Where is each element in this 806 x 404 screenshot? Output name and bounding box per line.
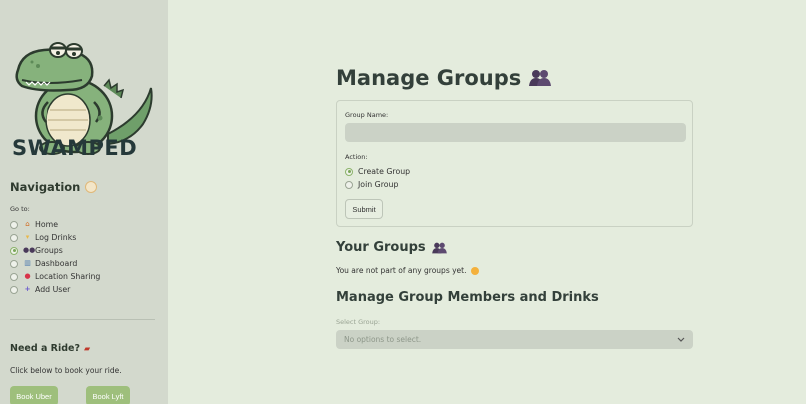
sidebar-item-location-sharing[interactable]: ● Location Sharing	[10, 270, 100, 283]
radio-groups[interactable]	[10, 246, 18, 255]
group-name-input[interactable]	[345, 123, 686, 142]
car-icon: ▰	[84, 344, 91, 353]
sidebar-item-log-drinks[interactable]: ▾ Log Drinks	[10, 231, 100, 244]
radio-dashboard[interactable]	[10, 259, 18, 268]
ride-title: Need a Ride? ▰	[10, 343, 90, 354]
book-lyft-button[interactable]: Book Lyft	[86, 386, 130, 404]
page-title: Manage Groups	[336, 66, 552, 90]
option-label: Join Group	[358, 180, 399, 189]
radio-add-user[interactable]	[10, 285, 18, 294]
option-label: Create Group	[358, 167, 411, 176]
compass-icon	[85, 181, 98, 193]
no-groups-message: You are not part of any groups yet.	[336, 266, 479, 275]
ride-title-label: Need a Ride?	[10, 343, 80, 354]
drink-icon: ▾	[25, 233, 30, 241]
pin-icon: ●	[24, 272, 31, 280]
sidebar-item-dashboard[interactable]: ▥ Dashboard	[10, 257, 100, 270]
group-form: Group Name: Action: Create Group Join Gr…	[336, 100, 693, 227]
nav-radio-group: ⌂ Home ▾ Log Drinks ●● Groups ▥ Dashboar…	[10, 218, 100, 296]
navigation-title-label: Navigation	[10, 180, 81, 194]
sidebar-item-add-user[interactable]: + Add User	[10, 283, 100, 296]
people-icon: ●●	[23, 246, 36, 254]
radio-join-group[interactable]	[345, 180, 353, 189]
sad-face-icon	[470, 266, 479, 275]
group-name-label: Group Name:	[345, 111, 389, 119]
sidebar-item-label: Dashboard	[35, 259, 78, 268]
sidebar-item-groups[interactable]: ●● Groups	[10, 244, 100, 257]
sidebar-item-label: Home	[35, 220, 59, 229]
select-group-label: Select Group:	[336, 318, 381, 326]
goto-label: Go to:	[10, 205, 30, 213]
your-groups-title-label: Your Groups	[336, 240, 426, 255]
submit-button[interactable]: Submit	[345, 199, 383, 219]
radio-log-drinks[interactable]	[10, 233, 18, 242]
ride-text: Click below to book your ride.	[10, 366, 122, 375]
radio-create-group[interactable]	[345, 167, 353, 176]
sidebar-item-home[interactable]: ⌂ Home	[10, 218, 100, 231]
manage-members-title: Manage Group Members and Drinks	[336, 290, 599, 305]
sidebar-item-label: Add User	[35, 285, 71, 294]
sidebar-item-label: Location Sharing	[35, 272, 101, 281]
select-group-dropdown[interactable]: No options to select.	[336, 330, 693, 349]
option-create-group[interactable]: Create Group	[345, 167, 410, 176]
radio-home[interactable]	[10, 220, 18, 229]
sidebar-item-label: Groups	[35, 246, 63, 255]
page-title-label: Manage Groups	[336, 66, 522, 90]
book-uber-button[interactable]: Book Uber	[10, 386, 58, 404]
navigation-title: Navigation	[10, 180, 98, 194]
sidebar-divider	[10, 319, 155, 320]
people-icon	[431, 242, 447, 253]
your-groups-title: Your Groups	[336, 240, 447, 255]
radio-location-sharing[interactable]	[10, 272, 18, 281]
sidebar: SWAMPED Navigation Go to: ⌂ Home ▾ Log D…	[0, 0, 168, 404]
brand-name: SWAMPED	[12, 136, 138, 160]
chevron-down-icon	[677, 337, 685, 342]
action-label: Action:	[345, 153, 368, 161]
chart-icon: ▥	[24, 259, 31, 267]
option-join-group[interactable]: Join Group	[345, 180, 398, 189]
no-groups-text: You are not part of any groups yet.	[336, 266, 467, 275]
people-icon	[529, 70, 552, 86]
house-icon: ⌂	[25, 220, 30, 228]
select-placeholder: No options to select.	[344, 335, 422, 344]
sidebar-item-label: Log Drinks	[35, 233, 77, 242]
plus-icon: +	[24, 285, 31, 293]
